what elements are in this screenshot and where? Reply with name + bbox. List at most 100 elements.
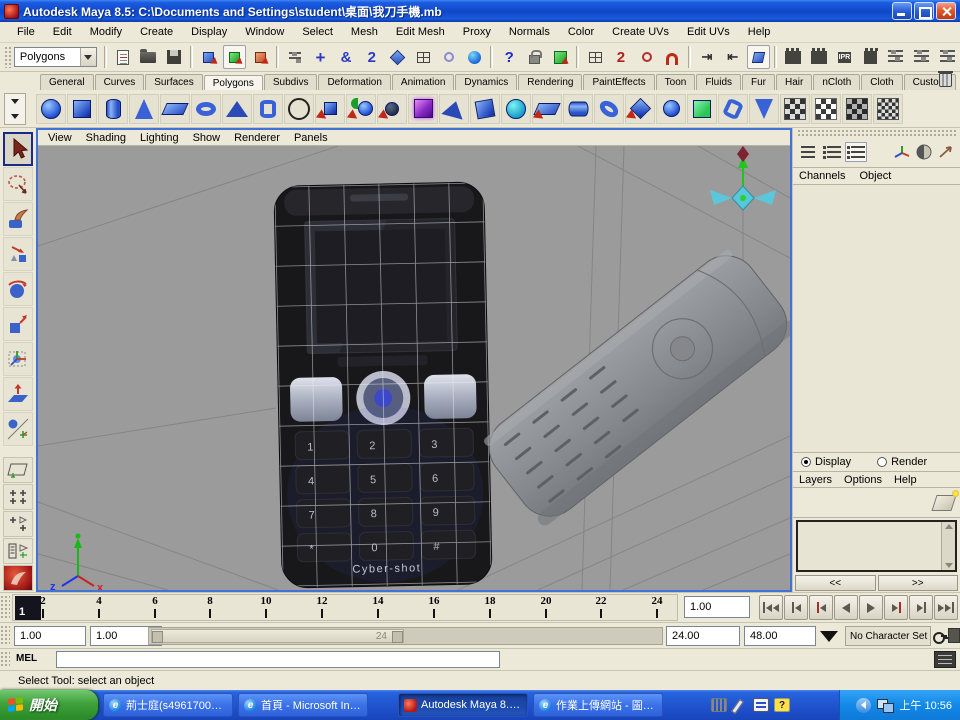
taskbar-task-upload-site[interactable]: e 作業上傳網站 - 圖片... (533, 693, 663, 717)
save-scene-button[interactable] (162, 45, 186, 69)
snap-magnet-icon[interactable] (437, 45, 461, 69)
menu-create[interactable]: Create (131, 23, 182, 41)
snap-to-planes-button[interactable] (386, 45, 410, 69)
auto-keyframe-toggle[interactable] (948, 628, 960, 643)
open-scene-button[interactable] (136, 45, 160, 69)
menu-window[interactable]: Window (236, 23, 293, 41)
network-icon[interactable] (877, 699, 893, 712)
poly-plane-icon[interactable] (160, 94, 190, 124)
animation-start-field[interactable]: 1.00 (14, 626, 86, 646)
render-radio[interactable]: Render (877, 456, 927, 468)
curve-snap-icon[interactable]: 2 (609, 45, 633, 69)
channel-box-area[interactable] (793, 185, 960, 453)
shelf-tab-subdivs[interactable]: Subdivs (264, 74, 318, 90)
menu-file[interactable]: File (8, 23, 44, 41)
step-forward-key-button[interactable] (884, 595, 908, 620)
shelf-icon[interactable] (718, 94, 748, 124)
layout-single-pane-button[interactable] (3, 457, 33, 483)
taskbar-task-homepage[interactable]: e 首頁 - Microsoft Inter... (238, 693, 368, 717)
render-view-button[interactable] (781, 45, 805, 69)
menu-color[interactable]: Color (559, 23, 603, 41)
display-quality-slider-3[interactable] (935, 45, 959, 69)
viewport-panel[interactable]: View Shading Lighting Show Renderer Pane… (36, 128, 792, 592)
lasso-tool[interactable] (3, 167, 33, 201)
panel-grip[interactable] (797, 129, 956, 137)
close-button[interactable] (936, 2, 956, 20)
lock-selection-button[interactable] (523, 45, 547, 69)
paint-selection-tool[interactable] (3, 202, 33, 236)
shelf-icon[interactable] (656, 94, 686, 124)
menu-help[interactable]: Help (739, 23, 780, 41)
shelf-icon[interactable] (625, 94, 655, 124)
select-object-button[interactable] (223, 45, 247, 69)
range-track[interactable]: 24 (148, 627, 663, 645)
display-quality-slider-1[interactable] (884, 45, 908, 69)
range-end-handle[interactable] (392, 631, 403, 643)
rotate-tool[interactable] (3, 272, 33, 306)
layer-list-scrollbar[interactable] (941, 522, 955, 570)
poly-cube-icon[interactable] (67, 94, 97, 124)
time-slider-grip[interactable] (0, 595, 10, 620)
menu-modify[interactable]: Modify (81, 23, 131, 41)
soft-modification-tool[interactable] (3, 377, 33, 411)
shelf-icon[interactable] (439, 94, 469, 124)
step-forward-frame-button[interactable] (909, 595, 933, 620)
menu-edit-mesh[interactable]: Edit Mesh (387, 23, 454, 41)
selection-mask-menu[interactable] (283, 45, 307, 69)
attribute-editor-toggle[interactable] (797, 142, 819, 162)
show-manipulator-tool[interactable] (3, 412, 33, 446)
range-start-handle[interactable] (152, 631, 163, 643)
pen-icon[interactable] (732, 698, 748, 712)
object-menu[interactable]: Object (859, 170, 891, 182)
snap-to-grids-button[interactable]: + (309, 45, 333, 69)
script-editor-icon[interactable] (934, 651, 956, 668)
display-radio[interactable]: Display (801, 456, 851, 468)
magnet-icon[interactable] (660, 45, 684, 69)
menu-set-dropdown[interactable]: Polygons (14, 47, 97, 67)
shelf-tab-surfaces[interactable]: Surfaces (145, 74, 202, 90)
snap-grid-icon[interactable] (411, 45, 435, 69)
panel-menu-shading[interactable]: Shading (86, 132, 126, 144)
ime-pad-icon[interactable] (753, 698, 769, 712)
panel-menu-renderer[interactable]: Renderer (234, 132, 280, 144)
shelf-tab-ncloth[interactable]: nCloth (813, 74, 860, 90)
select-hierarchy-button[interactable] (197, 45, 221, 69)
menu-edit-uvs[interactable]: Edit UVs (678, 23, 739, 41)
set-key-icon[interactable] (933, 629, 947, 643)
shelf-icon[interactable] (780, 94, 810, 124)
command-line-grip[interactable] (0, 651, 10, 668)
poly-torus-icon[interactable] (191, 94, 221, 124)
manip-speed-icon[interactable] (914, 143, 934, 161)
ipr-render-button[interactable]: IPR (833, 45, 857, 69)
shelf-tab-fur[interactable]: Fur (742, 74, 775, 90)
play-forwards-button[interactable] (859, 595, 883, 620)
menu-normals[interactable]: Normals (500, 23, 559, 41)
output-connections-button[interactable]: ⇤ (721, 45, 745, 69)
shelf-tab-fluids[interactable]: Fluids (696, 74, 741, 90)
frame-ruler[interactable]: 1 2 4 6 8 10 12 14 16 18 20 22 24 (12, 594, 678, 621)
shelf-icon[interactable] (687, 94, 717, 124)
mel-input[interactable] (56, 651, 500, 668)
character-set-field[interactable]: No Character Set (845, 626, 931, 646)
viewport-canvas[interactable]: 1 2 3 4 5 6 7 8 9 * 0 # (38, 146, 790, 590)
go-to-end-button[interactable] (934, 595, 958, 620)
poly-cone-icon[interactable] (129, 94, 159, 124)
shelf-icon[interactable] (470, 94, 500, 124)
next-layers-button[interactable]: >> (878, 575, 959, 591)
select-tool[interactable] (3, 132, 33, 166)
shelf-icon[interactable] (563, 94, 593, 124)
tray-chevron-icon[interactable] (856, 698, 871, 713)
layout-hypershade-button[interactable] (3, 538, 33, 564)
point-snap-icon[interactable] (635, 45, 659, 69)
panel-menu-show[interactable]: Show (193, 132, 221, 144)
shelf-tab-deformation[interactable]: Deformation (318, 74, 390, 90)
step-back-key-button[interactable] (809, 595, 833, 620)
menu-select[interactable]: Select (293, 23, 342, 41)
universal-manipulator-tool[interactable] (3, 342, 33, 376)
snap-together-icon[interactable] (583, 45, 607, 69)
shelf-tab-toon[interactable]: Toon (656, 74, 696, 90)
make-live-button[interactable] (463, 45, 487, 69)
shelf-icon[interactable] (315, 94, 345, 124)
poly-pipe-icon[interactable] (253, 94, 283, 124)
menu-create-uvs[interactable]: Create UVs (603, 23, 678, 41)
